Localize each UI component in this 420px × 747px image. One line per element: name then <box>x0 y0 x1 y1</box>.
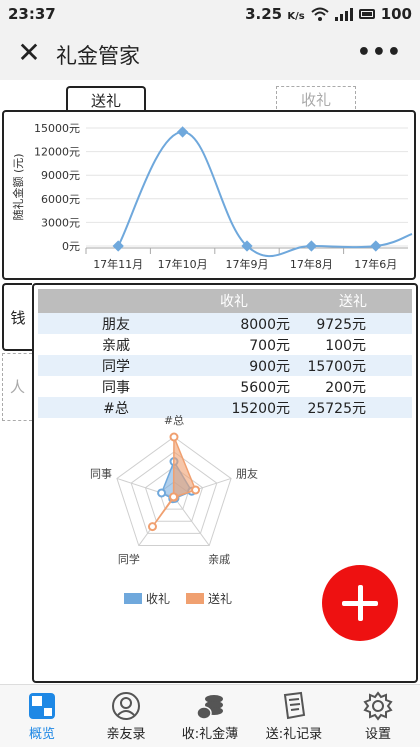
summary-table: 收礼 送礼 朋友 8000元 9725元 亲戚 700元 100元 同学 900… <box>38 289 412 418</box>
radar-point[interactable] <box>191 485 201 495</box>
row-label: 朋友 <box>38 313 174 334</box>
cell-given: 100元 <box>325 337 366 354</box>
x-tick-label: 17年8月 <box>290 257 333 271</box>
cell-received: 8000元 <box>174 313 294 334</box>
y-tick-label: 3000元 <box>41 216 80 229</box>
legend-label[interactable]: 收礼 <box>146 591 170 606</box>
nav-label: 收:礼金薄 <box>181 727 239 742</box>
nav-item-give-records[interactable]: 送:礼记录 <box>252 687 336 747</box>
x-tick-label: 17年9月 <box>226 257 269 271</box>
radar-axis-label: 亲戚 <box>208 552 230 566</box>
side-tabs: 钱 人 <box>2 283 32 423</box>
side-tab-money[interactable]: 钱 <box>2 283 32 351</box>
overview-icon <box>29 693 55 719</box>
coins-icon <box>196 695 223 720</box>
notes-icon <box>283 691 306 720</box>
y-tick-label: 6000元 <box>41 193 80 206</box>
table-row: 亲戚 700元 100元 <box>38 334 412 355</box>
legend-swatch[interactable] <box>186 593 204 604</box>
radar-point[interactable] <box>169 492 179 502</box>
nav-label: 设置 <box>364 727 391 742</box>
series-line <box>117 130 413 258</box>
page-title: 礼金管家 <box>56 44 140 68</box>
battery-level: 100 <box>380 5 412 23</box>
top-tabs: 送礼 收礼 <box>0 80 420 114</box>
network-speed: 3.25 K/s <box>245 5 305 23</box>
radar-axis-label: #总 <box>164 415 184 427</box>
nav-item-contacts[interactable]: 亲友录 <box>84 687 168 747</box>
row-label: 亲戚 <box>102 337 130 354</box>
legend-label[interactable]: 送礼 <box>208 591 232 606</box>
nav-label: 送:礼记录 <box>265 727 323 742</box>
cell-given: 15700元 <box>294 355 412 376</box>
col-header-given: 送礼 <box>294 289 412 313</box>
data-point[interactable] <box>305 240 318 252</box>
table-row: 朋友 8000元 9725元 <box>38 313 412 334</box>
nav-label: 亲友录 <box>106 727 146 742</box>
y-tick-label: 0元 <box>62 240 80 253</box>
row-label: 同事 <box>102 379 130 396</box>
status-bar: 23:37 3.25 K/s 100 <box>0 0 420 28</box>
radar-point[interactable] <box>169 432 179 442</box>
y-tick-label: 12000元 <box>34 146 80 159</box>
cell-received: 5600元 <box>240 379 290 396</box>
radar-axis-label: 同学 <box>118 552 140 566</box>
cell-given: 200元 <box>325 379 366 396</box>
status-time: 23:37 <box>8 5 56 23</box>
data-point[interactable] <box>112 240 124 252</box>
side-tab-people[interactable]: 人 <box>2 353 32 421</box>
x-tick-label: 17年6月 <box>354 257 397 271</box>
more-icon[interactable]: ••• <box>357 40 402 65</box>
contacts-icon <box>112 692 140 720</box>
close-icon[interactable]: ✕ <box>16 39 42 67</box>
nav-item-settings[interactable]: 设置 <box>336 687 420 747</box>
nav-item-receive-book[interactable]: 收:礼金薄 <box>168 687 252 747</box>
gear-icon <box>363 691 393 721</box>
cell-given: 9725元 <box>294 313 412 334</box>
legend-swatch[interactable] <box>124 593 142 604</box>
col-header-category <box>38 289 174 313</box>
y-tick-label: 9000元 <box>41 169 80 182</box>
radar-axis-label: 同事 <box>90 467 112 480</box>
battery-icon <box>358 9 375 19</box>
radar-point[interactable] <box>147 522 157 532</box>
x-tick-label: 17年10月 <box>158 257 208 271</box>
cell-received: 900元 <box>174 355 294 376</box>
row-label: 同学 <box>38 355 174 376</box>
data-point[interactable] <box>370 240 382 252</box>
signal-icon <box>334 7 353 21</box>
nav-item-overview[interactable]: 概览 <box>0 687 84 747</box>
radar-series-area <box>151 436 197 528</box>
y-tick-label: 15000元 <box>34 122 80 135</box>
radar-axis-label: 朋友 <box>236 466 258 480</box>
wifi-icon <box>311 7 329 21</box>
title-bar: ✕ 礼金管家 ••• <box>0 28 420 80</box>
cell-received: 700元 <box>249 337 290 354</box>
x-tick-label: 17年11月 <box>93 257 143 271</box>
add-button[interactable] <box>322 565 398 641</box>
col-header-received: 收礼 <box>174 289 294 313</box>
plus-icon-bar <box>358 585 363 621</box>
line-chart-panel: 随礼金额 (元) 0元 3000元 6000元 9000元 12000元 15000元 17年… <box>2 110 416 280</box>
y-axis-title: 随礼金额 (元) <box>11 153 25 220</box>
radar-point[interactable] <box>157 488 167 498</box>
table-row: 同事 5600元 200元 <box>38 376 412 397</box>
line-chart: 随礼金额 (元) 0元 3000元 6000元 9000元 12000元 15000元 17年… <box>11 122 413 271</box>
table-row: 同学 900元 15700元 <box>38 355 412 376</box>
nav-label: 概览 <box>28 727 55 742</box>
bottom-nav: 概览 亲友录 收:礼金薄 送:礼记录 设置 <box>0 684 420 747</box>
